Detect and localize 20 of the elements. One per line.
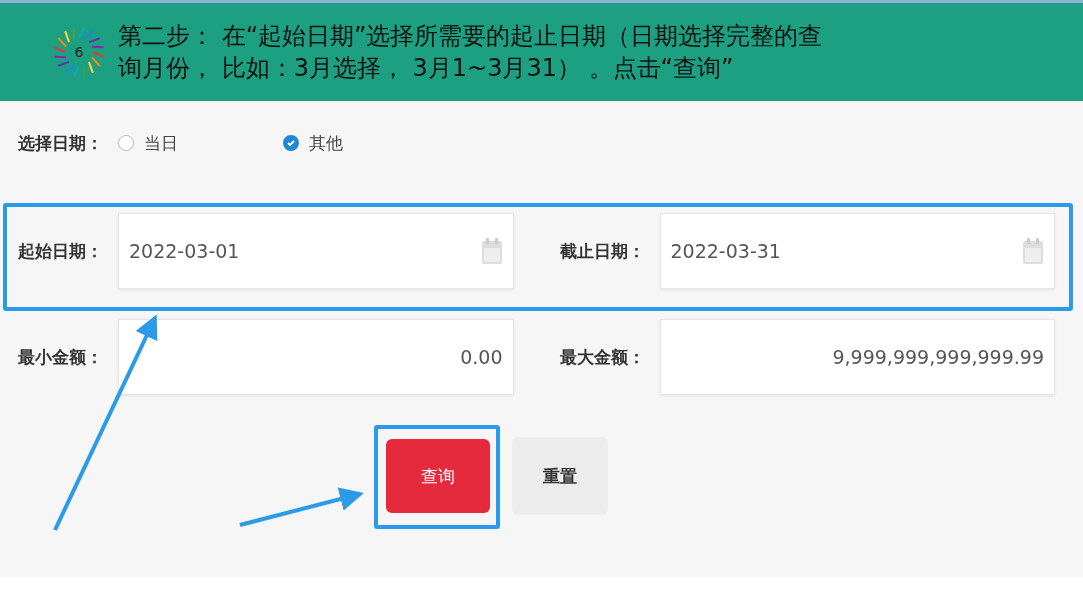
step-number: 6 [74,44,84,60]
radio-icon[interactable] [283,135,299,151]
date-field[interactable]: 2022-03-31 [659,213,1055,289]
slide-title: 第二步： 在“起始日期”选择所需要的起止日期（日期选择完整的查询月份， 比如：3月选择， 3月1~3月31） 。点击“查询” [118,21,824,84]
date-field[interactable]: 2022-03-01 [118,213,514,289]
field-label: 最小金额： [18,345,104,369]
field-label: 截止日期： [559,239,646,263]
amount-field[interactable]: 9,999,999,999,999.99 [659,319,1055,395]
calendar-icon[interactable] [1022,237,1044,265]
field-label: 起始日期： [18,239,104,263]
radio-option[interactable]: 当日 [118,131,283,155]
query-button[interactable]: 查询 [386,439,490,513]
radio-icon[interactable] [118,135,134,151]
sunburst-logo-icon [52,25,106,79]
reset-button[interactable]: 重置 [512,437,608,515]
radio-option[interactable]: 其他 [283,131,448,155]
field-label: 最大金额： [559,345,646,369]
field-label: 选择日期： [18,131,104,155]
amount-field[interactable]: 0.00 [118,319,514,395]
calendar-icon[interactable] [480,237,503,265]
